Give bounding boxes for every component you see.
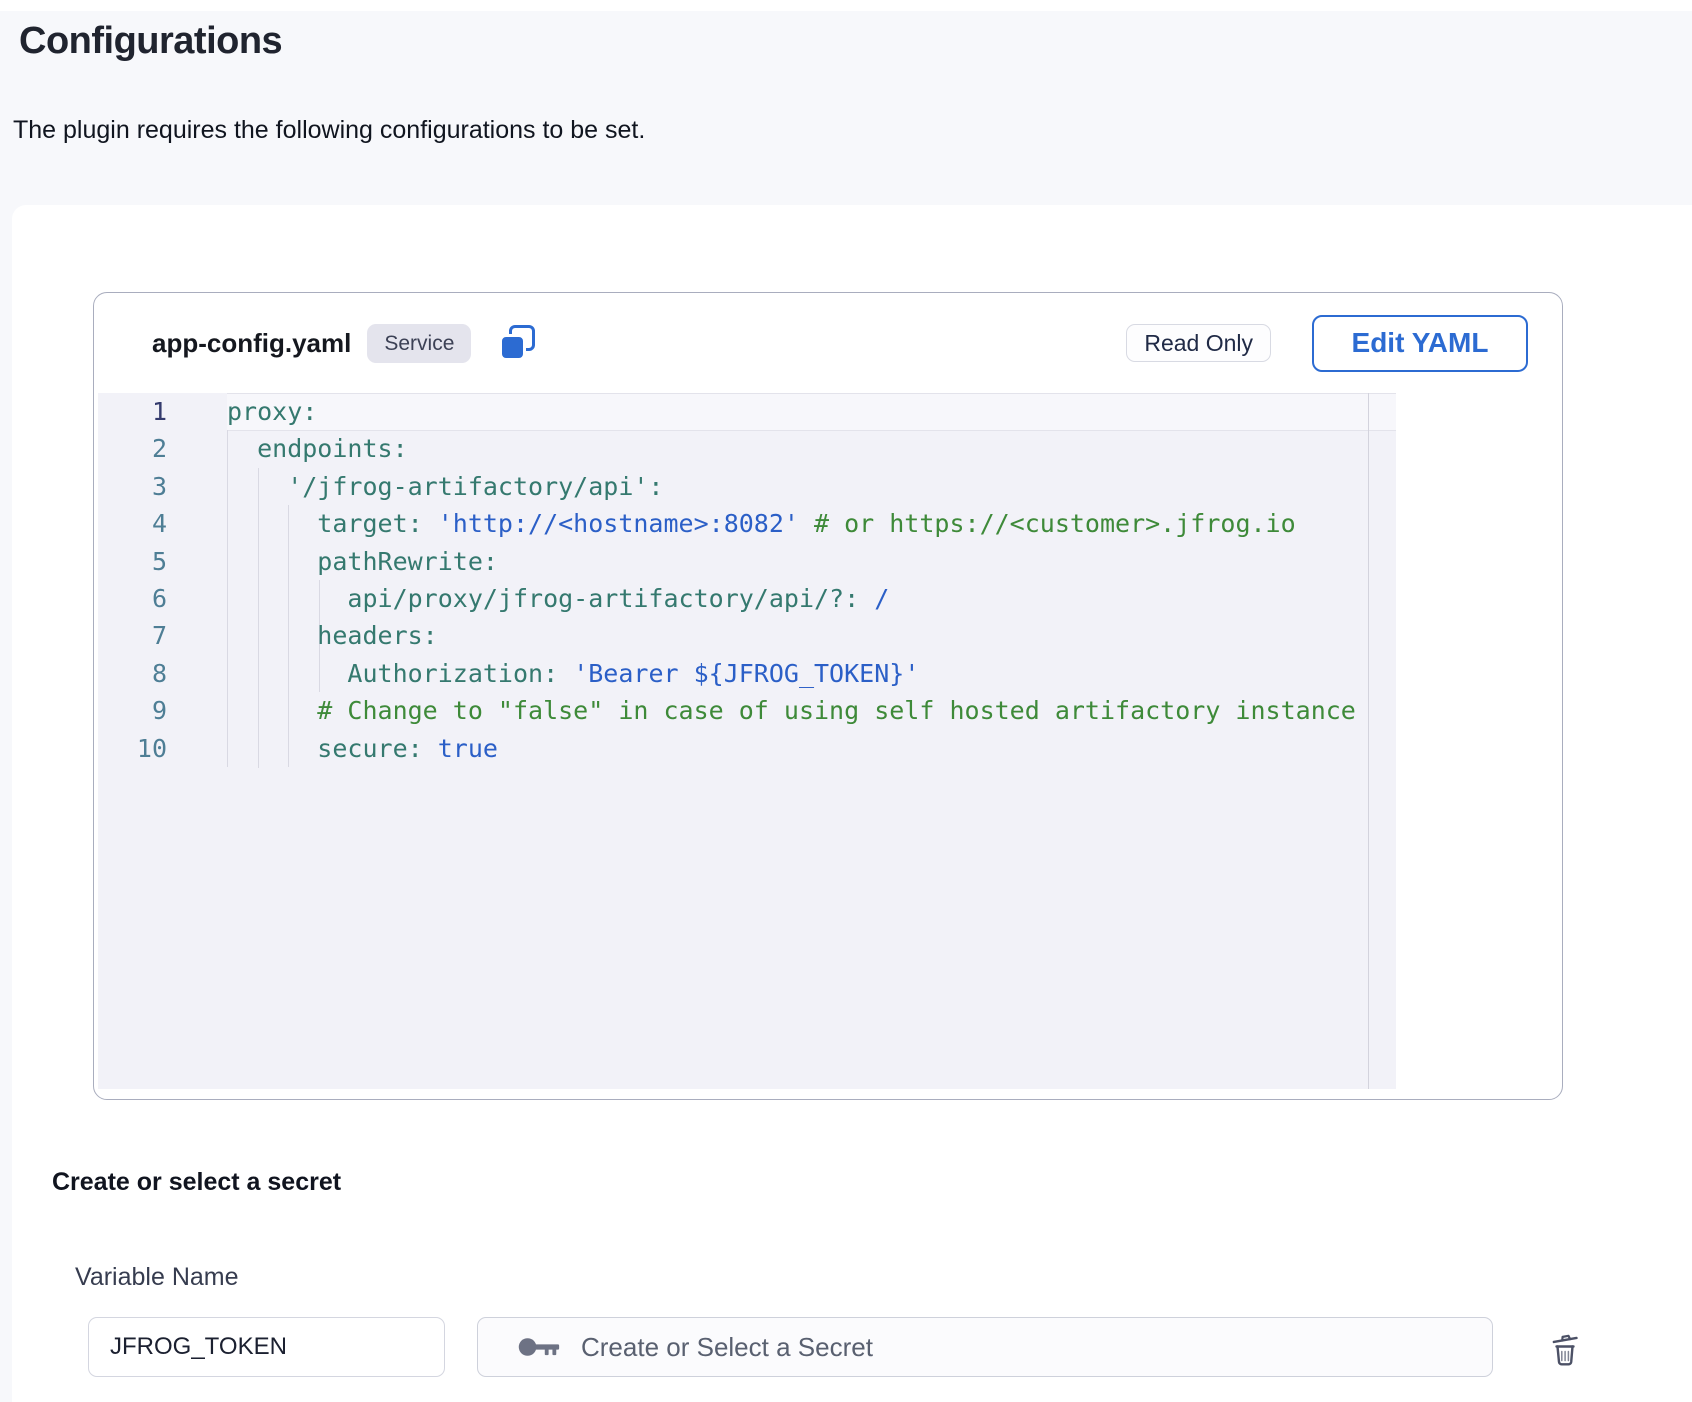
line-number: 9 <box>98 692 227 729</box>
line-number: 1 <box>98 393 227 430</box>
line-number: 2 <box>98 430 227 467</box>
code-token: # Change to "false" in case of using sel… <box>227 696 1356 725</box>
code-token: / <box>874 584 889 613</box>
read-only-button[interactable]: Read Only <box>1126 324 1271 362</box>
line-number: 8 <box>98 655 227 692</box>
copy-icon-front-square <box>499 334 526 361</box>
code-token: true <box>438 734 498 763</box>
secret-fields-row: Create or Select a Secret <box>88 1317 1587 1377</box>
variable-name-input[interactable] <box>88 1317 445 1377</box>
variable-name-label: Variable Name <box>75 1263 239 1292</box>
configurations-panel: app-config.yaml Service Read Only Edit Y… <box>12 205 1692 1402</box>
code-token: api/proxy/jfrog-artifactory/api/?: <box>227 584 874 613</box>
line-number: 4 <box>98 505 227 542</box>
code-line: Authorization: 'Bearer ${JFROG_TOKEN}' <box>227 655 1396 692</box>
code-line: proxy: <box>227 393 1396 430</box>
code-line: headers: <box>227 617 1396 654</box>
edit-yaml-button[interactable]: Edit YAML <box>1312 315 1528 372</box>
code-line: secure: true <box>227 730 1396 767</box>
page-description: The plugin requires the following config… <box>13 116 645 145</box>
copy-icon[interactable] <box>497 323 537 363</box>
code-token: proxy: <box>227 397 317 426</box>
code-token: Authorization: <box>227 659 573 688</box>
code-token: endpoints: <box>227 434 408 463</box>
line-number-gutter: 1 2 3 4 5 6 7 8 9 10 <box>98 393 227 767</box>
code-line: pathRewrite: <box>227 543 1396 580</box>
code-line: api/proxy/jfrog-artifactory/api/?: / <box>227 580 1396 617</box>
line-number: 6 <box>98 580 227 617</box>
code-token: secure: <box>227 734 438 763</box>
code-token: 'http://<hostname>:8082' <box>438 509 799 538</box>
code-content: proxy: endpoints: '/jfrog-artifactory/ap… <box>227 393 1396 1089</box>
trash-icon <box>1545 1326 1585 1368</box>
code-token: '/jfrog-artifactory/api': <box>227 472 664 501</box>
line-number: 10 <box>98 730 227 767</box>
secret-select[interactable]: Create or Select a Secret <box>477 1317 1493 1377</box>
code-line: endpoints: <box>227 430 1396 467</box>
service-badge: Service <box>367 324 471 363</box>
code-line: # Change to "false" in case of using sel… <box>227 692 1396 729</box>
code-token: # or https://<customer>.jfrog.io <box>799 509 1296 538</box>
config-file-name: app-config.yaml <box>152 328 351 359</box>
code-token: target: <box>227 509 438 538</box>
yaml-code-editor[interactable]: 1 2 3 4 5 6 7 8 9 10 proxy: endpoints: '… <box>98 393 1396 1089</box>
code-token: 'Bearer ${JFROG_TOKEN}' <box>573 659 919 688</box>
top-header-strip <box>0 0 1692 11</box>
scrollbar-divider <box>1368 393 1369 1089</box>
config-file-card: app-config.yaml Service Read Only Edit Y… <box>93 292 1563 1100</box>
config-card-header: app-config.yaml Service Read Only Edit Y… <box>94 293 1562 393</box>
line-number: 7 <box>98 617 227 654</box>
line-number: 3 <box>98 468 227 505</box>
secret-section-heading: Create or select a secret <box>52 1168 341 1197</box>
code-line: target: 'http://<hostname>:8082' # or ht… <box>227 505 1396 542</box>
code-token: pathRewrite: <box>227 547 498 576</box>
page-title: Configurations <box>19 20 282 63</box>
code-line: '/jfrog-artifactory/api': <box>227 468 1396 505</box>
code-token: headers: <box>227 621 438 650</box>
delete-secret-button[interactable] <box>1543 1325 1587 1369</box>
line-number: 5 <box>98 543 227 580</box>
secret-select-placeholder: Create or Select a Secret <box>581 1332 873 1363</box>
key-icon <box>518 1334 562 1360</box>
